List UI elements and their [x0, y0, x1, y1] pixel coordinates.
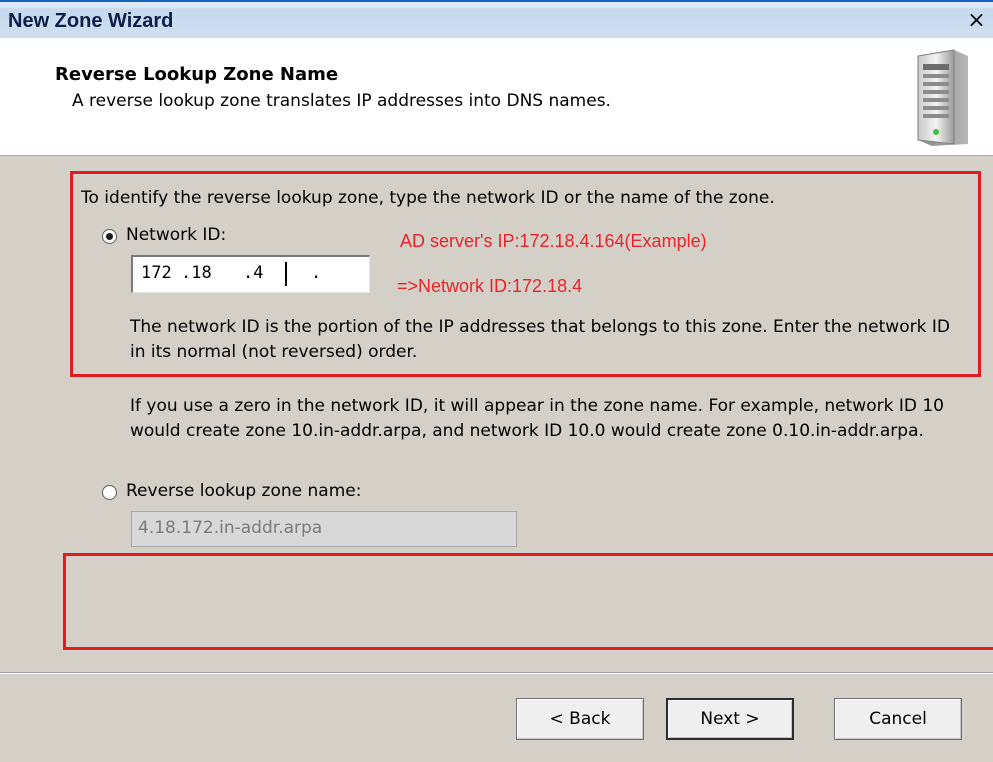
text-caret	[285, 262, 287, 286]
title-bar: New Zone Wizard ×	[0, 0, 993, 38]
page-subtitle: A reverse lookup zone translates IP addr…	[72, 91, 611, 111]
annotation-server-ip: AD server's IP:172.18.4.164(Example)	[400, 231, 707, 251]
zone-name-radio[interactable]	[102, 485, 117, 500]
ip-octet-4: .	[311, 263, 322, 283]
ip-octet-1: 172	[141, 263, 172, 283]
window-title: New Zone Wizard	[8, 10, 174, 32]
footer-divider	[0, 672, 993, 674]
cancel-button[interactable]: Cancel	[834, 698, 962, 740]
next-button[interactable]: Next >	[666, 698, 794, 740]
annotation-network-id: =>Network ID:172.18.4	[397, 276, 583, 296]
zero-note: If you use a zero in the network ID, it …	[130, 396, 944, 441]
ip-octet-3: .4	[243, 263, 264, 283]
network-id-input[interactable]: 172 .18 .4 .	[131, 255, 370, 293]
intro-text: To identify the reverse lookup zone, typ…	[81, 188, 775, 208]
back-button[interactable]: < Back	[516, 698, 644, 740]
zone-name-input[interactable]: 4.18.172.in-addr.arpa	[131, 511, 517, 547]
wizard-header: Reverse Lookup Zone Name A reverse looku…	[0, 38, 993, 156]
network-id-description: The network ID is the portion of the IP …	[130, 317, 950, 362]
radio-selected-dot	[106, 233, 113, 240]
network-id-label: Network ID:	[126, 225, 227, 245]
server-icon	[917, 49, 968, 146]
zone-name-label: Reverse lookup zone name:	[126, 481, 362, 501]
close-button[interactable]: ×	[960, 6, 993, 36]
page-title: Reverse Lookup Zone Name	[55, 64, 339, 85]
ip-octet-2: .18	[181, 263, 212, 283]
network-id-radio[interactable]	[102, 229, 117, 244]
